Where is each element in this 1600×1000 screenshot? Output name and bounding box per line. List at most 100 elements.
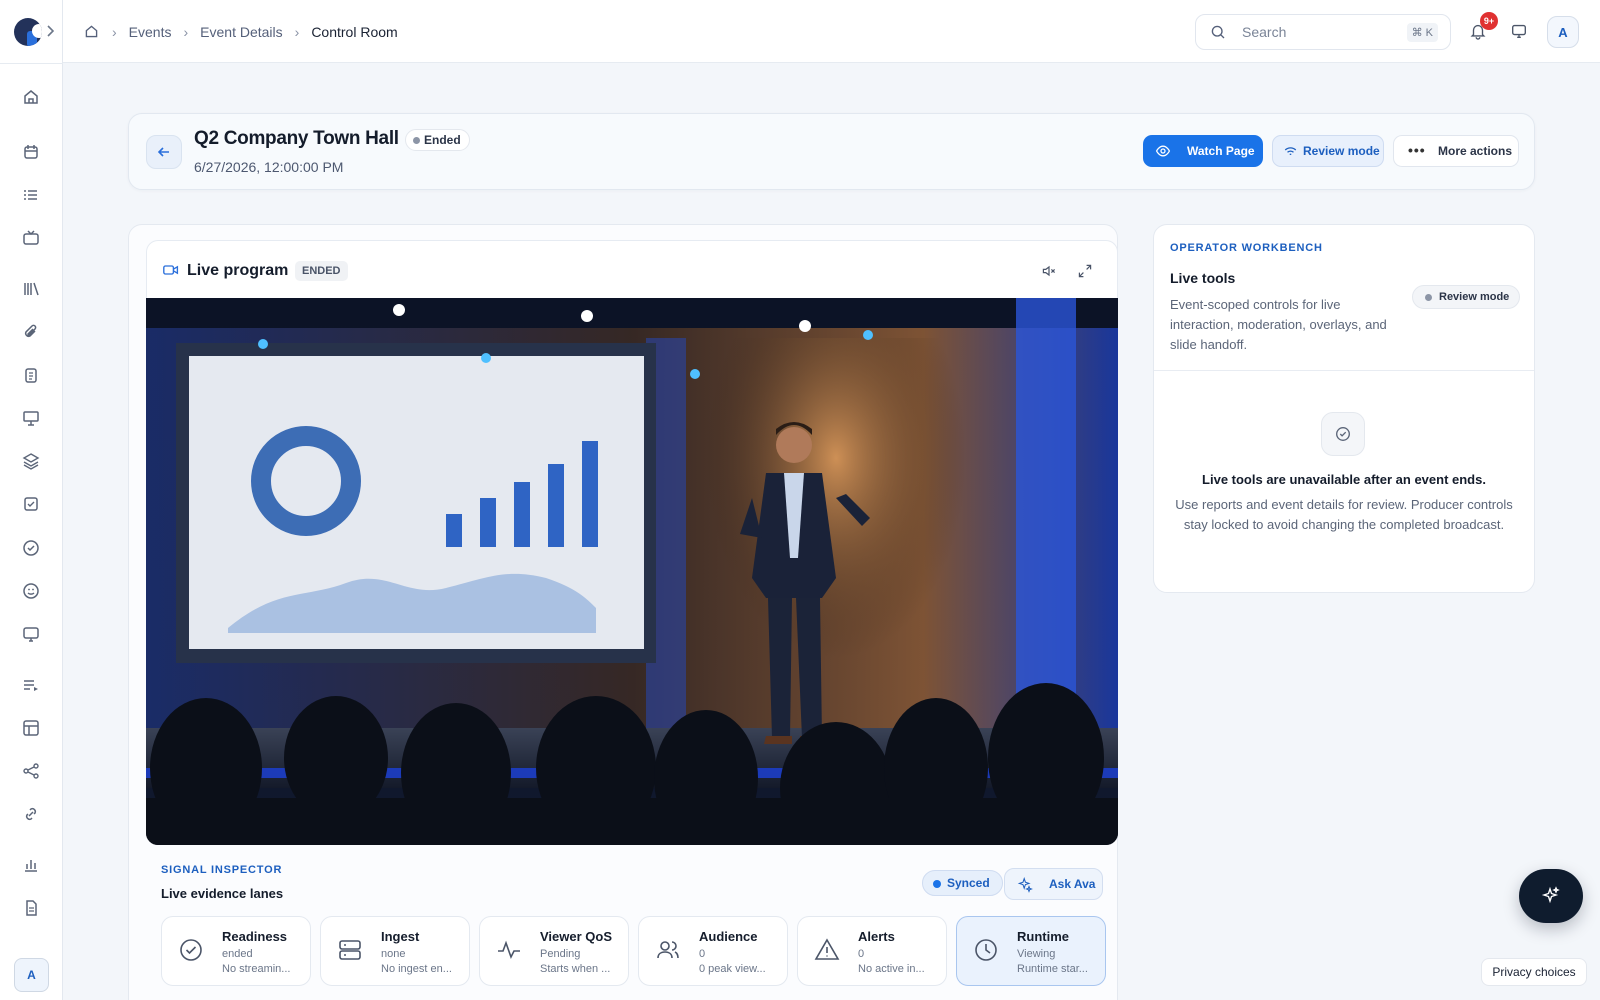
lane-title: Ingest [381,929,420,944]
document-icon[interactable] [21,898,41,918]
arrow-left-icon [157,147,169,157]
more-actions-button[interactable]: ••• More actions [1393,135,1519,167]
presentation-icon[interactable] [21,408,41,428]
lane-status: 0 [858,948,865,960]
program-status-tag: ENDED [295,261,348,281]
clock-icon [973,937,999,963]
library-icon[interactable] [21,279,41,299]
operator-workbench-panel: OPERATOR WORKBENCH Live tools Event-scop… [1153,224,1535,593]
pulse-icon [496,937,522,963]
layout-icon[interactable] [21,718,41,738]
event-title: Q2 Company Town Hall [194,128,399,149]
event-header-card: Q2 Company Town Hall Ended 6/27/2026, 12… [128,113,1535,190]
bar-chart-icon[interactable] [21,855,41,875]
sidebar-divider [0,63,63,64]
home-icon[interactable] [83,23,100,40]
notification-badge: 9+ [1480,12,1498,30]
link-icon[interactable] [21,804,41,824]
workbench-description: Event-scoped controls for live interacti… [1170,297,1387,352]
review-mode-label: Review mode [1303,144,1380,158]
search-input[interactable]: Search ⌘ K [1195,14,1451,50]
lane-audience[interactable]: Audience 0 0 peak view... [638,916,788,986]
user-avatar[interactable]: A [1547,16,1579,48]
lane-detail: 0 peak view... [699,963,766,975]
sidebar: A [0,0,63,1000]
lane-status: none [381,948,406,960]
breadcrumb-event-details[interactable]: Event Details [200,24,282,40]
back-button[interactable] [146,135,182,169]
users-icon [655,937,681,963]
privacy-choices-button[interactable]: Privacy choices [1481,958,1587,986]
lane-ingest[interactable]: Ingest none No ingest en... [320,916,470,986]
layers-icon[interactable] [21,451,41,471]
paperclip-icon[interactable] [21,322,41,342]
lane-title: Viewer QoS [540,929,613,944]
signal-inspector-title: Live evidence lanes [161,886,284,901]
list-icon[interactable] [21,185,41,205]
share-icon[interactable] [21,761,41,781]
calendar-icon[interactable] [21,142,41,162]
watch-page-button[interactable]: Watch Page [1143,135,1263,167]
workbench-label: OPERATOR WORKBENCH [1170,242,1323,254]
lane-detail: No ingest en... [381,963,452,975]
lane-title: Readiness [222,929,288,944]
synced-badge: Synced [922,870,1003,896]
app-logo[interactable] [14,18,42,46]
signal-inspector-label: SIGNAL INSPECTOR [161,864,283,876]
home-icon[interactable] [21,87,41,107]
sidebar-expand-icon[interactable] [46,24,54,38]
display-icon[interactable] [1510,22,1528,40]
lane-status: Pending [540,948,581,960]
more-dots-icon: ••• [1408,142,1426,158]
check-circle-icon [1321,412,1365,456]
live-program-header: Live program ENDED [146,240,1118,298]
lane-detail: Runtime star... [1017,963,1088,975]
lane-detail: No active in... [858,963,925,975]
lane-title: Runtime [1017,929,1069,944]
wifi-icon [1284,147,1297,156]
chevron-right-icon: › [183,23,189,40]
clipboard-icon[interactable] [21,365,41,385]
playlist-icon[interactable] [21,675,41,695]
breadcrumb-events[interactable]: Events [129,24,172,40]
alert-triangle-icon [814,937,840,963]
sparkle-icon [1541,886,1560,904]
breadcrumb: › Events › Event Details › Control Room [83,0,398,63]
workbench-mode-badge: Review mode [1412,285,1521,309]
lane-viewer-qos[interactable]: Viewer QoS Pending Starts when ... [479,916,629,986]
inbox-icon[interactable] [21,494,41,514]
lane-status: 0 [699,948,706,960]
tv-icon[interactable] [21,228,41,248]
event-datetime: 6/27/2026, 12:00:00 PM [194,159,344,175]
lane-detail: No streamin... [222,963,291,975]
search-placeholder: Search [1242,24,1287,40]
mute-icon[interactable] [1041,263,1057,279]
monitor-icon[interactable] [21,624,41,644]
unavailable-description: Use reports and event details for review… [1175,497,1513,532]
lane-readiness[interactable]: Readiness ended No streamin... [161,916,311,986]
lane-title: Alerts [858,929,895,944]
assistant-fab-button[interactable] [1519,869,1583,923]
chevron-right-icon: › [294,23,300,40]
workbench-divider [1154,370,1534,371]
video-camera-icon [163,263,179,277]
unavailable-title: Live tools are unavailable after an even… [1202,472,1486,487]
topbar: › Events › Event Details › Control Room … [63,0,1600,63]
chevron-right-icon: › [112,23,117,40]
check-circle-icon[interactable] [21,538,41,558]
ask-ava-button[interactable]: Ask Ava [1004,868,1103,900]
workbench-title: Live tools [1170,270,1236,286]
sidebar-user-avatar[interactable]: A [14,958,49,992]
video-player[interactable] [146,298,1118,845]
search-shortcut: ⌘ K [1406,23,1438,42]
lane-alerts[interactable]: Alerts 0 No active in... [797,916,947,986]
live-program-title: Live program [187,262,289,279]
search-icon [1210,24,1226,40]
server-icon [337,937,363,963]
fullscreen-icon[interactable] [1077,263,1093,279]
review-mode-button[interactable]: Review mode [1272,135,1384,167]
lane-title: Audience [699,929,758,944]
eye-icon [1155,145,1171,157]
lane-runtime[interactable]: Runtime Viewing Runtime star... [956,916,1106,986]
smile-icon[interactable] [21,581,41,601]
